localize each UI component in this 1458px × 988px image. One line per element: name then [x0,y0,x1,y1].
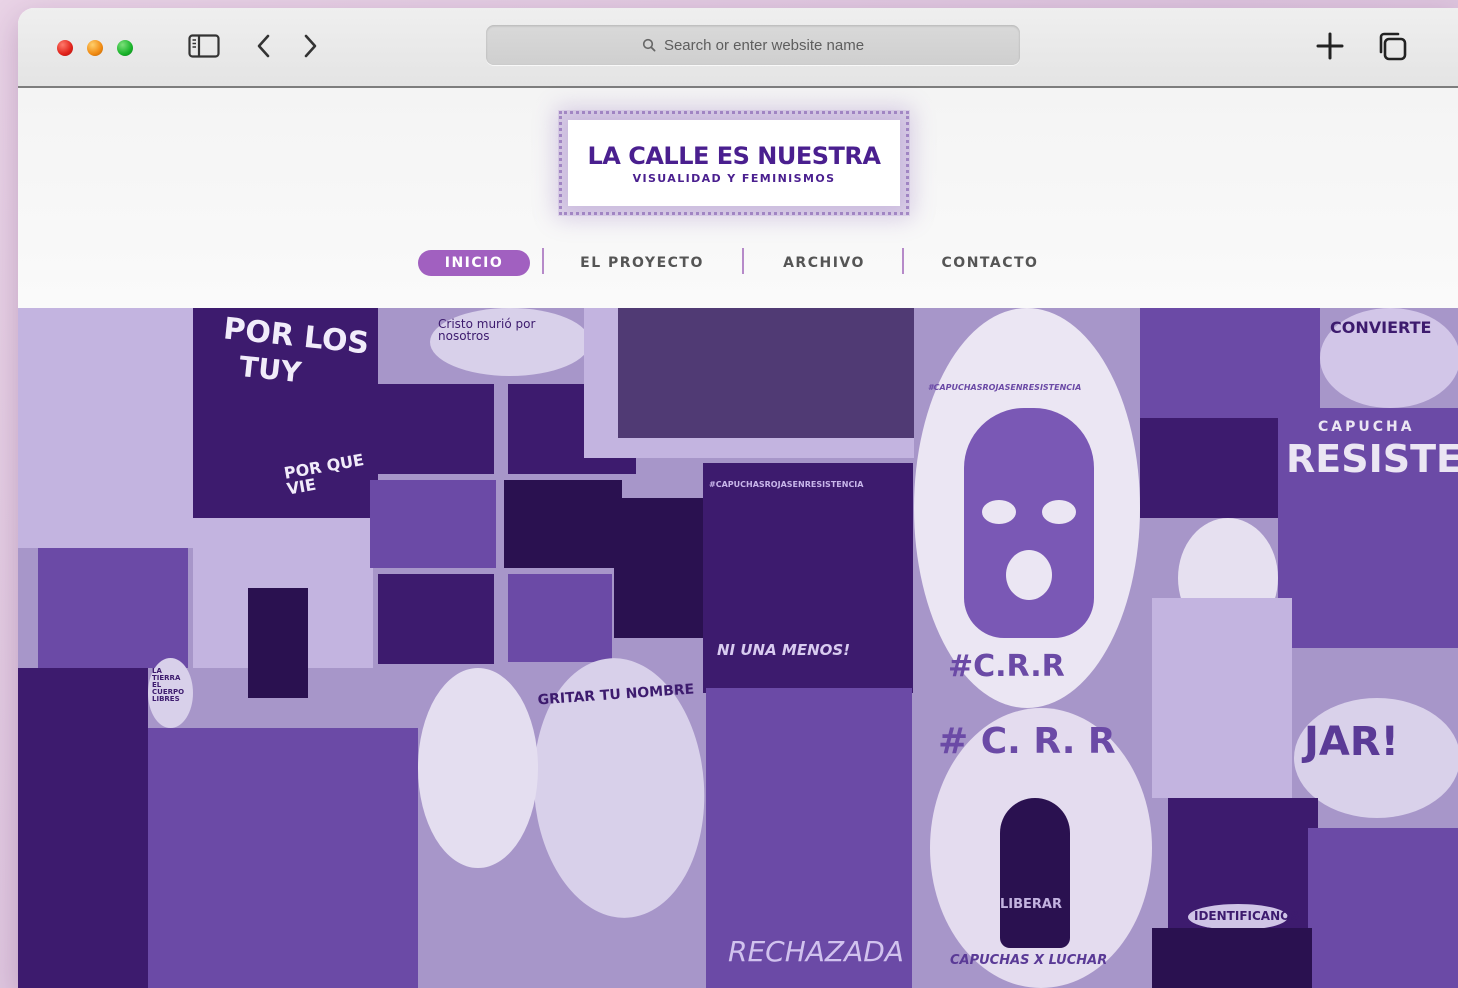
poster-balaclava: #CAPUCHASROJASENRESISTENCIA #C.R.R [914,308,1140,708]
back-arrow-icon[interactable] [246,30,282,62]
site-header: LA CALLE ES NUESTRA VISUALIDAD Y FEMINIS… [18,88,1458,308]
poster-tile [148,728,418,988]
poster-tile [18,308,193,548]
nav-divider [742,248,744,274]
poster-tuyos-text: TUY [237,349,303,390]
sidebar-toggle-icon[interactable] [186,30,222,62]
poster-convierte-text: CONVIERTE [1330,318,1432,337]
photo-tile [378,574,494,664]
tab-overview-icon[interactable] [1374,30,1410,62]
browser-toolbar: Search or enter website name [18,8,1458,88]
poster-capucha-text: CAPUCHA [1318,419,1415,435]
poster-por-que-text: POR QUE VIE [282,450,366,499]
poster-cristo-text: Cristo murió por nosotros [438,317,536,343]
poster-tile [618,308,914,438]
nav-divider [542,248,544,274]
poster-tile [418,668,538,868]
photo-tile [504,480,622,568]
poster-jar: JAR! [1294,698,1458,818]
eye-shape [982,500,1016,524]
poster-ni-una-menos-text: NI UNA MENOS! [717,641,851,659]
poster-la-tierra-text: LA TIERRA EL CUERPO LIBRES [152,667,185,703]
nav-item-contacto[interactable]: CONTACTO [930,250,1050,276]
search-icon [642,38,656,52]
photo-tile [614,498,704,638]
poster-gritar-text: GRITAR TU NOMBRE [537,681,695,709]
site-logo[interactable]: LA CALLE ES NUESTRA VISUALIDAD Y FEMINIS… [546,102,934,226]
poster-hashtag-text: #CAPUCHASROJASENRESISTENCIA [709,480,864,489]
minimize-window-button[interactable] [87,40,103,56]
poster-identificanos-text: IDENTIFICANOS [1194,909,1299,923]
poster-tile [1140,308,1320,418]
poster-capuchas-luchar-text: CAPUCHAS X LUCHAR [950,953,1108,968]
poster-crr-2-text: # C. R. R [938,721,1116,762]
hero-collage-image: POR LOS TUY POR QUE VIE LA TIERRA EL CUE… [18,308,1458,988]
poster-tile [38,548,188,668]
poster-resiste-text: RESISTE [1286,437,1458,481]
photo-tile [370,480,496,568]
poster-jar-text: JAR! [1304,719,1399,765]
poster-ni-una-menos: #CAPUCHASROJASENRESISTENCIA NI UNA MENOS… [703,463,913,693]
poster-liberar-text: LIBERAR [1000,897,1062,912]
poster-tile [1152,928,1312,988]
poster-tile [248,588,308,698]
maximize-window-button[interactable] [117,40,133,56]
poster-identificanos: IDENTIFICANOS [1188,904,1299,930]
photo-tile [1308,828,1458,988]
nav-item-archivo[interactable]: ARCHIVO [770,250,878,276]
poster-rechazada: RECHAZADA [706,688,912,988]
forward-arrow-icon[interactable] [292,30,328,62]
poster-tile [1152,598,1292,798]
photo-tile [1140,418,1290,518]
poster-crr-bottom: # C. R. R LIBERAR CAPUCHAS X LUCHAR [930,708,1152,988]
photo-tile [366,384,494,474]
balaclava-illustration [964,408,1094,638]
poster-rechazada-text: RECHAZADA [728,935,904,968]
logo-title: LA CALLE ES NUESTRA [587,142,881,170]
poster-tile [18,668,148,988]
address-placeholder: Search or enter website name [663,36,865,54]
browser-window: Search or enter website name LA CALLE ES… [18,8,1458,988]
photo-tile [508,574,612,662]
logo-box: LA CALLE ES NUESTRA VISUALIDAD Y FEMINIS… [559,111,909,215]
mouth-shape [1006,550,1052,600]
poster-crr-text: #C.R.R [948,649,1065,684]
poster-gritar: GRITAR TU NOMBRE [525,652,713,924]
address-bar[interactable]: Search or enter website name [486,25,1020,65]
poster-la-tierra: LA TIERRA EL CUERPO LIBRES [148,658,193,728]
logo-subtitle: VISUALIDAD Y FEMINISMOS [632,172,836,185]
nav-item-inicio[interactable]: INICIO [418,250,530,276]
eye-shape [1042,500,1076,524]
poster-convierte: CONVIERTE [1320,308,1458,408]
poster-por-los: POR LOS TUY POR QUE VIE [193,308,378,518]
new-tab-plus-icon[interactable] [1312,30,1348,62]
poster-resiste: CAPUCHA RESISTE [1278,408,1458,648]
nav-item-el-proyecto[interactable]: EL PROYECTO [568,250,716,276]
figure-illustration [1000,798,1070,948]
nav-divider [902,248,904,274]
poster-hashtag-text: #CAPUCHASROJASENRESISTENCIA [928,383,1082,392]
close-window-button[interactable] [57,40,73,56]
poster-cristo: Cristo murió por nosotros [430,308,590,376]
